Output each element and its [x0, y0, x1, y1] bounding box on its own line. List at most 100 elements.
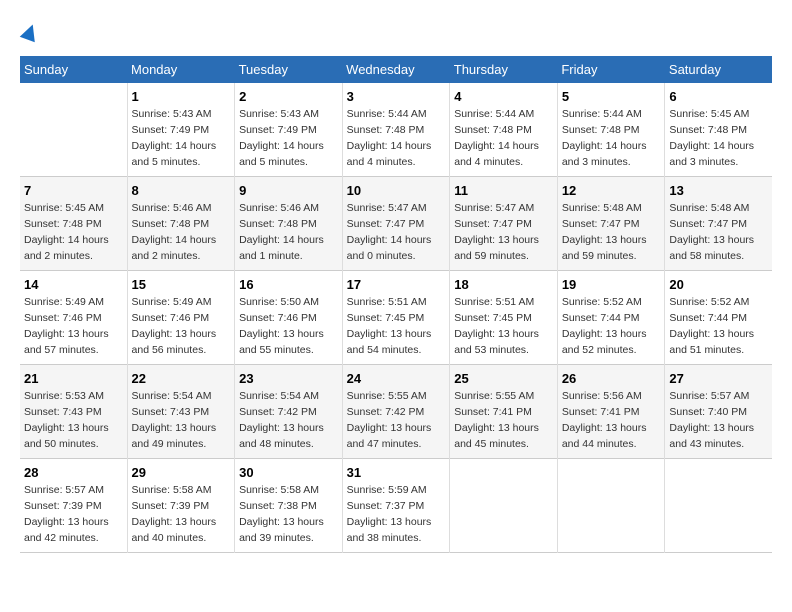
day-number: 22 [132, 371, 231, 386]
calendar-cell: 27Sunrise: 5:57 AM Sunset: 7:40 PM Dayli… [665, 365, 772, 459]
calendar-cell: 29 Sunrise: 5:58 AM Sunset: 7:39 PM Dayli… [127, 459, 235, 553]
day-number: 9 [239, 183, 338, 198]
day-info: Sunrise: 5:48 AM Sunset: 7:47 PM Dayligh… [562, 201, 661, 264]
day-info: Sunrise: 5:54 AM Sunset: 7:42 PM Dayligh… [239, 389, 338, 452]
day-info: Sunrise: 5:47 AM Sunset: 7:47 PM Dayligh… [454, 201, 553, 264]
day-info: Sunrise: 5:44 AM Sunset: 7:48 PM Dayligh… [562, 107, 661, 170]
column-header-thursday: Thursday [450, 56, 558, 83]
calendar-cell: 4 Sunrise: 5:44 AM Sunset: 7:48 PM Daylig… [450, 83, 558, 177]
column-header-monday: Monday [127, 56, 235, 83]
day-number: 7 [24, 183, 123, 198]
day-info: Sunrise: 5:50 AM Sunset: 7:46 PM Dayligh… [239, 295, 338, 358]
day-info: Sunrise: 5:44 AM Sunset: 7:48 PM Dayligh… [347, 107, 446, 170]
calendar-cell: 19Sunrise: 5:52 AM Sunset: 7:44 PM Dayli… [557, 271, 665, 365]
calendar-cell: 31 Sunrise: 5:59 AM Sunset: 7:37 PM Dayli… [342, 459, 450, 553]
page-header [20, 20, 772, 46]
day-number: 4 [454, 89, 553, 104]
day-number: 2 [239, 89, 338, 104]
column-header-sunday: Sunday [20, 56, 127, 83]
day-info: Sunrise: 5:58 AM Sunset: 7:39 PM Dayligh… [132, 483, 231, 546]
day-info: Sunrise: 5:49 AM Sunset: 7:46 PM Dayligh… [132, 295, 231, 358]
day-number: 21 [24, 371, 123, 386]
logo-text [20, 20, 38, 46]
calendar-cell: 9 Sunrise: 5:46 AM Sunset: 7:48 PM Daylig… [235, 177, 343, 271]
calendar-cell: 28 Sunrise: 5:57 AM Sunset: 7:39 PM Dayli… [20, 459, 127, 553]
day-number: 8 [132, 183, 231, 198]
column-header-tuesday: Tuesday [235, 56, 343, 83]
day-number: 10 [347, 183, 446, 198]
day-info: Sunrise: 5:59 AM Sunset: 7:37 PM Dayligh… [347, 483, 446, 546]
calendar-cell: 11 Sunrise: 5:47 AM Sunset: 7:47 PM Dayli… [450, 177, 558, 271]
day-info: Sunrise: 5:49 AM Sunset: 7:46 PM Dayligh… [24, 295, 123, 358]
day-number: 24 [347, 371, 446, 386]
day-info: Sunrise: 5:51 AM Sunset: 7:45 PM Dayligh… [454, 295, 553, 358]
calendar-cell: 6 Sunrise: 5:45 AM Sunset: 7:48 PM Daylig… [665, 83, 772, 177]
day-number: 28 [24, 465, 123, 480]
calendar-cell: 14 Sunrise: 5:49 AM Sunset: 7:46 PM Dayli… [20, 271, 127, 365]
calendar-cell: 15 Sunrise: 5:49 AM Sunset: 7:46 PM Dayli… [127, 271, 235, 365]
calendar-cell [665, 459, 772, 553]
column-header-wednesday: Wednesday [342, 56, 450, 83]
day-number: 29 [132, 465, 231, 480]
calendar-cell: 13 Sunrise: 5:48 AM Sunset: 7:47 PM Dayli… [665, 177, 772, 271]
day-number: 3 [347, 89, 446, 104]
calendar-cell: 23Sunrise: 5:54 AM Sunset: 7:42 PM Dayli… [235, 365, 343, 459]
day-info: Sunrise: 5:45 AM Sunset: 7:48 PM Dayligh… [24, 201, 123, 264]
day-number: 1 [132, 89, 231, 104]
day-info: Sunrise: 5:52 AM Sunset: 7:44 PM Dayligh… [669, 295, 768, 358]
calendar-week-2: 7 Sunrise: 5:45 AM Sunset: 7:48 PM Daylig… [20, 177, 772, 271]
day-number: 11 [454, 183, 553, 198]
calendar-cell: 12Sunrise: 5:48 AM Sunset: 7:47 PM Dayli… [557, 177, 665, 271]
day-number: 19 [562, 277, 661, 292]
day-number: 5 [562, 89, 661, 104]
day-info: Sunrise: 5:53 AM Sunset: 7:43 PM Dayligh… [24, 389, 123, 452]
calendar-cell: 1 Sunrise: 5:43 AM Sunset: 7:49 PM Daylig… [127, 83, 235, 177]
logo-triangle-icon [20, 22, 41, 43]
day-info: Sunrise: 5:44 AM Sunset: 7:48 PM Dayligh… [454, 107, 553, 170]
day-number: 16 [239, 277, 338, 292]
calendar-cell [20, 83, 127, 177]
day-info: Sunrise: 5:57 AM Sunset: 7:39 PM Dayligh… [24, 483, 123, 546]
day-info: Sunrise: 5:47 AM Sunset: 7:47 PM Dayligh… [347, 201, 446, 264]
logo [20, 20, 38, 46]
calendar-week-3: 14 Sunrise: 5:49 AM Sunset: 7:46 PM Dayli… [20, 271, 772, 365]
day-number: 27 [669, 371, 768, 386]
calendar-cell: 21 Sunrise: 5:53 AM Sunset: 7:43 PM Dayli… [20, 365, 127, 459]
day-info: Sunrise: 5:55 AM Sunset: 7:41 PM Dayligh… [454, 389, 553, 452]
day-number: 26 [562, 371, 661, 386]
day-number: 17 [347, 277, 446, 292]
day-info: Sunrise: 5:56 AM Sunset: 7:41 PM Dayligh… [562, 389, 661, 452]
day-info: Sunrise: 5:48 AM Sunset: 7:47 PM Dayligh… [669, 201, 768, 264]
calendar-cell: 26 Sunrise: 5:56 AM Sunset: 7:41 PM Dayli… [557, 365, 665, 459]
calendar-week-4: 21 Sunrise: 5:53 AM Sunset: 7:43 PM Dayli… [20, 365, 772, 459]
day-info: Sunrise: 5:46 AM Sunset: 7:48 PM Dayligh… [132, 201, 231, 264]
calendar-cell: 16 Sunrise: 5:50 AM Sunset: 7:46 PM Dayli… [235, 271, 343, 365]
day-info: Sunrise: 5:43 AM Sunset: 7:49 PM Dayligh… [239, 107, 338, 170]
calendar-cell: 20 Sunrise: 5:52 AM Sunset: 7:44 PM Dayli… [665, 271, 772, 365]
day-number: 31 [347, 465, 446, 480]
day-info: Sunrise: 5:46 AM Sunset: 7:48 PM Dayligh… [239, 201, 338, 264]
day-number: 18 [454, 277, 553, 292]
calendar-header-row: SundayMondayTuesdayWednesdayThursdayFrid… [20, 56, 772, 83]
calendar-cell: 25Sunrise: 5:55 AM Sunset: 7:41 PM Dayli… [450, 365, 558, 459]
calendar-cell: 30 Sunrise: 5:58 AM Sunset: 7:38 PM Dayli… [235, 459, 343, 553]
day-number: 15 [132, 277, 231, 292]
calendar-cell [450, 459, 558, 553]
day-number: 13 [669, 183, 768, 198]
calendar-cell: 2 Sunrise: 5:43 AM Sunset: 7:49 PM Daylig… [235, 83, 343, 177]
calendar-cell: 18 Sunrise: 5:51 AM Sunset: 7:45 PM Dayli… [450, 271, 558, 365]
calendar-table: SundayMondayTuesdayWednesdayThursdayFrid… [20, 56, 772, 553]
calendar-week-5: 28 Sunrise: 5:57 AM Sunset: 7:39 PM Dayli… [20, 459, 772, 553]
day-info: Sunrise: 5:51 AM Sunset: 7:45 PM Dayligh… [347, 295, 446, 358]
calendar-cell: 5 Sunrise: 5:44 AM Sunset: 7:48 PM Daylig… [557, 83, 665, 177]
calendar-cell: 10 Sunrise: 5:47 AM Sunset: 7:47 PM Dayli… [342, 177, 450, 271]
day-number: 14 [24, 277, 123, 292]
day-info: Sunrise: 5:58 AM Sunset: 7:38 PM Dayligh… [239, 483, 338, 546]
day-info: Sunrise: 5:54 AM Sunset: 7:43 PM Dayligh… [132, 389, 231, 452]
day-info: Sunrise: 5:45 AM Sunset: 7:48 PM Dayligh… [669, 107, 768, 170]
day-number: 20 [669, 277, 768, 292]
day-number: 30 [239, 465, 338, 480]
day-number: 6 [669, 89, 768, 104]
calendar-cell: 17 Sunrise: 5:51 AM Sunset: 7:45 PM Dayli… [342, 271, 450, 365]
day-info: Sunrise: 5:43 AM Sunset: 7:49 PM Dayligh… [132, 107, 231, 170]
